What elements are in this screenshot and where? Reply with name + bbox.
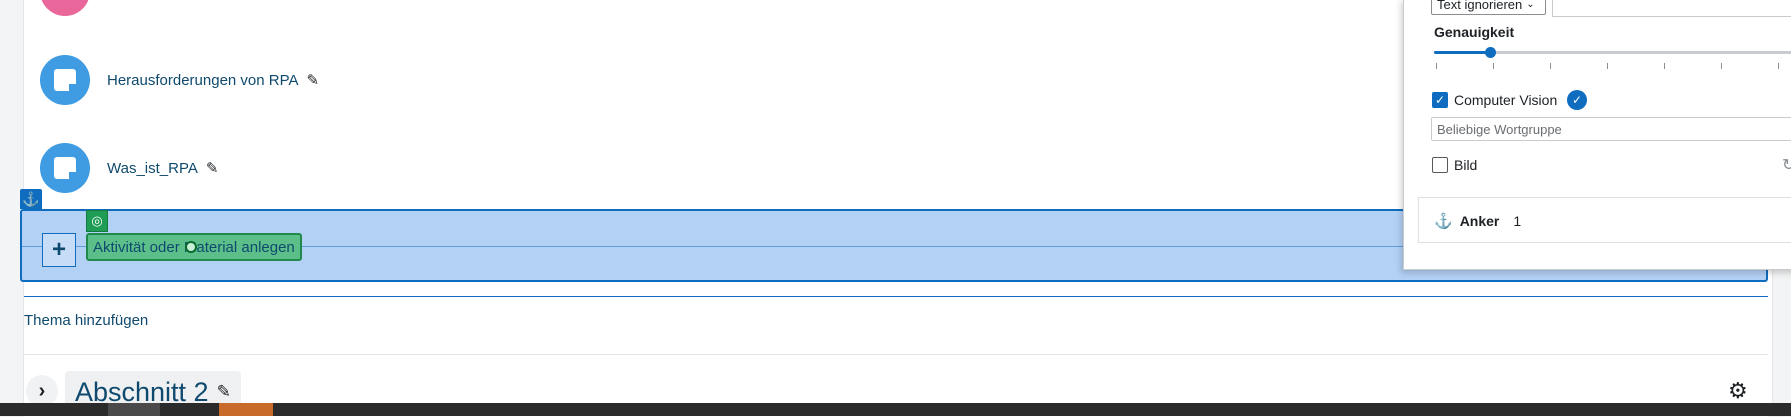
divider: [24, 296, 1768, 297]
refresh-icon[interactable]: ↻: [1782, 155, 1791, 175]
phrase-input[interactable]: Beliebige Wortgruppe: [1431, 117, 1791, 141]
document-icon: [40, 55, 90, 105]
slider-tick: [1778, 63, 1779, 69]
activity-item: Was_ist_RPA ✎: [40, 143, 218, 193]
slider-tick: [1550, 63, 1551, 69]
accuracy-label: Genauigkeit: [1434, 24, 1515, 40]
slider-tick: [1664, 63, 1665, 69]
taskbar-item[interactable]: [219, 403, 273, 416]
anchor-badge-icon: ⚓: [20, 189, 42, 209]
image-checkbox[interactable]: [1432, 157, 1448, 173]
add-topic-link[interactable]: Thema hinzufügen: [24, 312, 148, 329]
slider-tick: [1493, 63, 1494, 69]
activity-link[interactable]: Herausforderungen von RPA: [107, 72, 299, 89]
chevron-down-icon: ⌄: [1526, 0, 1535, 10]
slider-handle[interactable]: [1485, 47, 1496, 58]
edit-pencil-icon[interactable]: ✎: [307, 71, 320, 89]
activity-link[interactable]: Was_ist_RPA: [107, 160, 198, 177]
anchor-row: ⚓ Anker 1: [1434, 212, 1521, 230]
selector-properties-panel: Text ignorieren ⌄ Genauigkeit ✓ Computer…: [1403, 0, 1791, 270]
slider-tick: [1436, 63, 1437, 69]
text-mode-select[interactable]: Text ignorieren ⌄: [1431, 0, 1546, 15]
slider-tick: [1607, 63, 1608, 69]
computer-vision-label: Computer Vision: [1454, 92, 1558, 108]
target-crosshair-icon: [185, 241, 197, 253]
image-label: Bild: [1454, 157, 1478, 173]
computer-vision-checkbox[interactable]: ✓: [1432, 92, 1448, 108]
target-badge-icon: ◎: [86, 210, 108, 232]
slider-tick: [1721, 63, 1722, 69]
activity-item: Herausforderungen von RPA ✎: [40, 55, 319, 105]
edit-pencil-icon[interactable]: ✎: [206, 159, 219, 177]
edit-pencil-icon[interactable]: ✎: [217, 382, 231, 402]
anchor-icon: ⚓: [1434, 213, 1453, 230]
taskbar-item[interactable]: [108, 403, 160, 416]
gear-icon[interactable]: ⚙: [1728, 378, 1748, 404]
taskbar: [0, 403, 1791, 416]
plus-icon[interactable]: +: [42, 233, 76, 267]
document-icon: [40, 143, 90, 193]
text-input[interactable]: [1552, 0, 1791, 17]
anchor-value: 1: [1513, 213, 1522, 229]
check-circle-icon: ✓: [1567, 90, 1587, 110]
accuracy-slider[interactable]: [1434, 47, 1791, 58]
text-mode-value: Text ignorieren: [1437, 0, 1523, 12]
slider-fill: [1434, 51, 1490, 54]
anchor-label: Anker: [1459, 213, 1500, 229]
